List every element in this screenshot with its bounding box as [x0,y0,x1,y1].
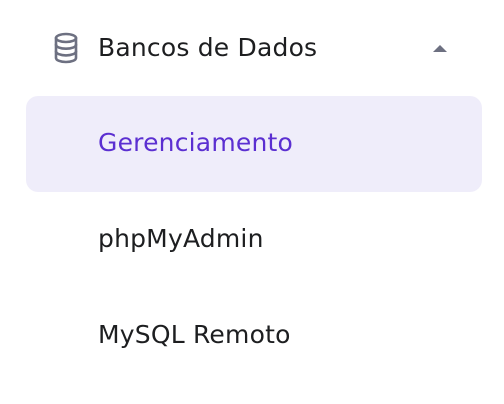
section-title: Bancos de Dados [98,33,318,62]
submenu-item-label: MySQL Remoto [98,320,291,349]
database-icon [52,32,80,64]
submenu-item-label: phpMyAdmin [98,224,264,253]
submenu-item-label: Gerenciamento [98,128,293,157]
submenu-item-phpmyadmin[interactable]: phpMyAdmin [26,192,482,288]
submenu-item-mysql-remoto[interactable]: MySQL Remoto [26,288,482,384]
submenu-item-gerenciamento[interactable]: Gerenciamento [26,96,482,192]
caret-up-icon[interactable] [430,40,450,56]
sidebar-menu: Bancos de Dados Gerenciamento phpMyAdmin… [0,0,504,404]
databases-section-header[interactable]: Bancos de Dados [26,16,482,80]
